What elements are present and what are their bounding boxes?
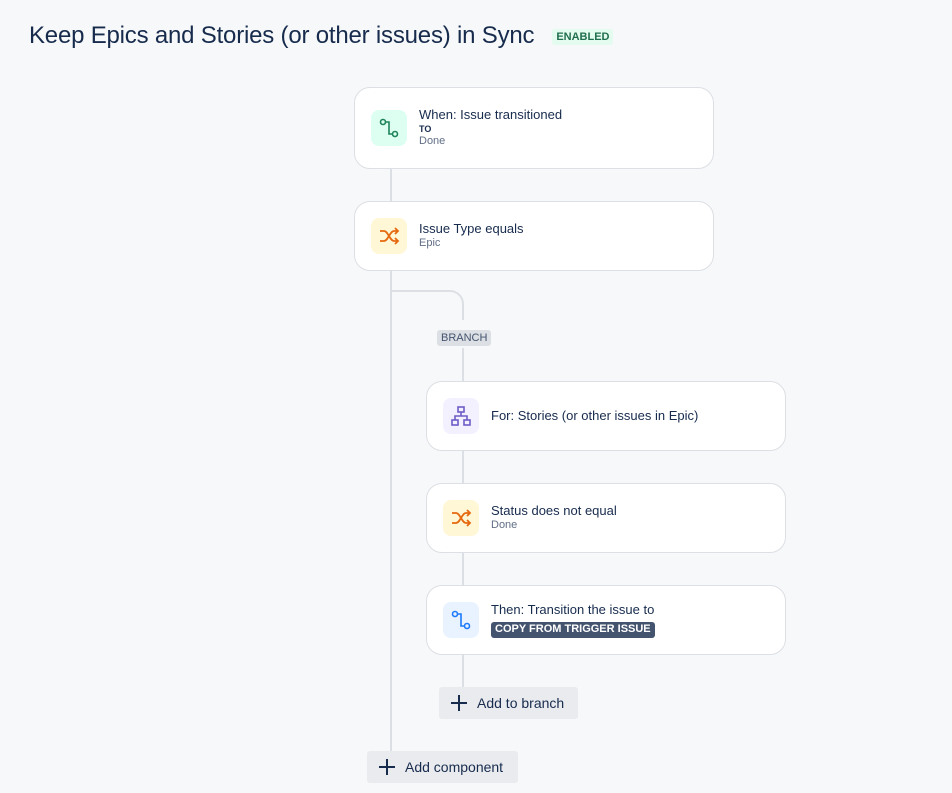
copy-from-trigger-lozenge: COPY FROM TRIGGER ISSUE bbox=[491, 622, 655, 638]
rule-header: Keep Epics and Stories (or other issues)… bbox=[29, 22, 614, 50]
branch-connector-line bbox=[462, 654, 464, 688]
branch-action-label: Then: Transition the issue to bbox=[491, 601, 655, 617]
trigger-status-value: Done bbox=[419, 134, 446, 147]
status-badge: ENABLED bbox=[552, 29, 614, 45]
condition-label: Issue Type equals bbox=[419, 221, 524, 236]
branch-condition-value: Done bbox=[491, 519, 518, 532]
shuffle-icon bbox=[371, 218, 407, 254]
add-to-branch-label: Add to branch bbox=[477, 695, 565, 711]
branch-condition-card[interactable]: Status does not equal Done bbox=[426, 483, 786, 553]
plus-icon bbox=[375, 755, 399, 779]
add-component-label: Add component bbox=[405, 759, 504, 775]
add-component-button[interactable]: Add component bbox=[367, 751, 518, 783]
shuffle-icon bbox=[443, 500, 479, 536]
transition-icon bbox=[443, 602, 479, 638]
branch-for-card[interactable]: For: Stories (or other issues in Epic) bbox=[426, 381, 786, 451]
branch-connector-line bbox=[462, 348, 464, 382]
rule-title: Keep Epics and Stories (or other issues)… bbox=[29, 22, 535, 49]
main-connector-line bbox=[390, 270, 392, 752]
trigger-card[interactable]: When: Issue transitioned TO Done bbox=[354, 87, 714, 169]
transition-icon bbox=[371, 110, 407, 146]
branch-tag: BRANCH bbox=[437, 330, 492, 346]
branch-connector-line bbox=[462, 450, 464, 484]
branch-condition-label: Status does not equal bbox=[491, 503, 617, 518]
add-to-branch-button[interactable]: Add to branch bbox=[439, 687, 578, 719]
condition-card[interactable]: Issue Type equals Epic bbox=[354, 201, 714, 271]
hierarchy-icon bbox=[443, 398, 479, 434]
branch-action-card[interactable]: Then: Transition the issue to COPY FROM … bbox=[426, 585, 786, 655]
branch-connector-curve bbox=[390, 290, 464, 320]
plus-icon bbox=[447, 691, 471, 715]
trigger-to-label: TO bbox=[419, 123, 432, 134]
branch-for-label: For: Stories (or other issues in Epic) bbox=[491, 407, 699, 423]
main-connector-line bbox=[390, 168, 392, 202]
condition-value: Epic bbox=[419, 237, 441, 250]
branch-connector-line bbox=[462, 552, 464, 586]
trigger-label: When: Issue transitioned bbox=[419, 107, 563, 123]
